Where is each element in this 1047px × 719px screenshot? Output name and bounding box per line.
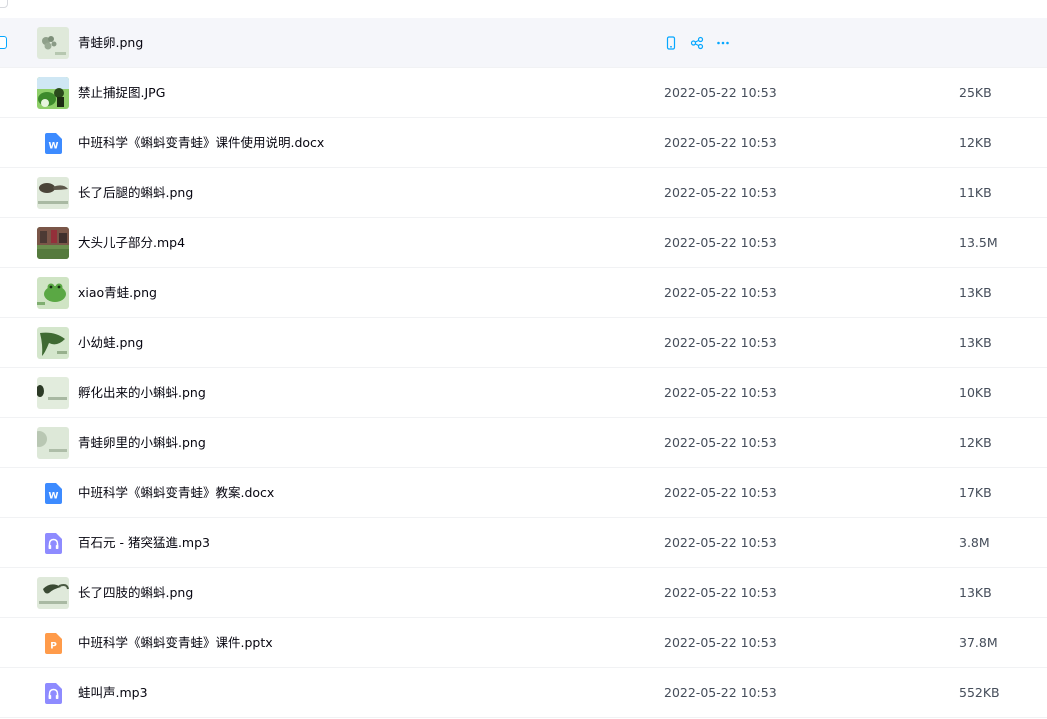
file-row[interactable]: 长了后腿的蝌蚪.png 2022-05-22 10:53 11KB	[0, 168, 1047, 218]
file-size: 13KB	[959, 285, 992, 300]
file-size: 10KB	[959, 385, 992, 400]
file-row[interactable]: 蛙叫声.mp3 2022-05-22 10:53 552KB	[0, 668, 1047, 718]
file-size: 17KB	[959, 485, 992, 500]
file-row[interactable]: 青蛙卵里的小蝌蚪.png 2022-05-22 10:53 12KB	[0, 418, 1047, 468]
file-name[interactable]: 中班科学《蝌蚪变青蛙》教案.docx	[78, 468, 274, 518]
ppt-file-icon: P	[44, 633, 62, 654]
four-legs-tadpole-image	[37, 577, 69, 609]
file-name[interactable]: 孵化出来的小蝌蚪.png	[78, 368, 206, 418]
file-name[interactable]: 蛙叫声.mp3	[78, 668, 148, 718]
hatched-tadpole-image	[37, 377, 69, 409]
svg-text:W: W	[49, 492, 59, 502]
file-thumbnail[interactable]	[37, 227, 69, 259]
file-date: 2022-05-22 10:53	[664, 585, 777, 600]
file-row[interactable]: W 中班科学《蝌蚪变青蛙》教案.docx 2022-05-22 10:53 17KB	[0, 468, 1047, 518]
file-date: 2022-05-22 10:53	[664, 235, 777, 250]
file-thumbnail[interactable]	[37, 327, 69, 359]
file-thumbnail[interactable]	[37, 577, 69, 609]
file-name[interactable]: 百石元 - 猪突猛進.mp3	[78, 518, 210, 568]
file-row[interactable]: 百石元 - 猪突猛進.mp3 2022-05-22 10:53 3.8M	[0, 518, 1047, 568]
file-row[interactable]: 青蛙卵.png	[0, 18, 1047, 68]
list-top-edge	[0, 0, 1047, 18]
file-row[interactable]: W 中班科学《蝌蚪变青蛙》课件使用说明.docx 2022-05-22 10:53 1…	[0, 118, 1047, 168]
file-row[interactable]: 大头儿子部分.mp4 2022-05-22 10:53 13.5M	[0, 218, 1047, 268]
header-checkbox-edge[interactable]	[0, 0, 8, 8]
file-row[interactable]: 孵化出来的小蝌蚪.png 2022-05-22 10:53 10KB	[0, 368, 1047, 418]
frog-image	[37, 277, 69, 309]
file-name[interactable]: 青蛙卵里的小蝌蚪.png	[78, 418, 206, 468]
audio-file-icon	[44, 533, 62, 554]
file-size: 11KB	[959, 185, 992, 200]
file-date: 2022-05-22 10:53	[664, 435, 777, 450]
file-name[interactable]: 小幼蛙.png	[78, 318, 143, 368]
file-name[interactable]: 大头儿子部分.mp4	[78, 218, 185, 268]
file-thumbnail[interactable]	[37, 377, 69, 409]
file-size: 12KB	[959, 435, 992, 450]
file-thumbnail[interactable]	[37, 277, 69, 309]
tadpole-legs-image	[37, 177, 69, 209]
file-size: 552KB	[959, 685, 1000, 700]
file-name[interactable]: xiao青蛙.png	[78, 268, 157, 318]
file-date: 2022-05-22 10:53	[664, 285, 777, 300]
file-row[interactable]: P 中班科学《蝌蚪变青蛙》课件.pptx 2022-05-22 10:53 37.8M	[0, 618, 1047, 668]
tadpole-in-egg-image	[37, 427, 69, 459]
file-list: 青蛙卵.png 禁止捕捉图.JPG 2022-05-22 10:53 25KB W 中班科…	[0, 18, 1047, 718]
audio-file-icon	[44, 683, 62, 704]
row-checkbox[interactable]	[0, 36, 7, 49]
file-size: 25KB	[959, 85, 992, 100]
file-name[interactable]: 青蛙卵.png	[78, 18, 143, 68]
file-size: 37.8M	[959, 635, 998, 650]
file-date: 2022-05-22 10:53	[664, 135, 777, 150]
file-date: 2022-05-22 10:53	[664, 685, 777, 700]
share-icon[interactable]	[690, 36, 704, 50]
file-thumbnail[interactable]	[37, 177, 69, 209]
file-date: 2022-05-22 10:53	[664, 485, 777, 500]
word-doc-icon: W	[44, 483, 62, 504]
file-row[interactable]: 小幼蛙.png 2022-05-22 10:53 13KB	[0, 318, 1047, 368]
file-date: 2022-05-22 10:53	[664, 185, 777, 200]
file-date: 2022-05-22 10:53	[664, 85, 777, 100]
file-size: 13KB	[959, 335, 992, 350]
phone-icon[interactable]	[664, 36, 678, 50]
file-date: 2022-05-22 10:53	[664, 335, 777, 350]
young-frog-image	[37, 327, 69, 359]
file-name[interactable]: 中班科学《蝌蚪变青蛙》课件.pptx	[78, 618, 273, 668]
file-thumbnail[interactable]	[37, 77, 69, 109]
file-thumbnail[interactable]	[37, 427, 69, 459]
no-catch-image	[37, 77, 69, 109]
more-icon[interactable]	[716, 36, 730, 50]
file-name[interactable]: 长了后腿的蝌蚪.png	[78, 168, 193, 218]
file-thumbnail[interactable]	[37, 27, 69, 59]
word-doc-icon: W	[44, 133, 62, 154]
file-name[interactable]: 禁止捕捉图.JPG	[78, 68, 165, 118]
file-date: 2022-05-22 10:53	[664, 635, 777, 650]
file-row[interactable]: xiao青蛙.png 2022-05-22 10:53 13KB	[0, 268, 1047, 318]
frog-egg-image	[37, 27, 69, 59]
svg-text:P: P	[50, 642, 57, 652]
file-date: 2022-05-22 10:53	[664, 385, 777, 400]
video-still-image	[37, 227, 69, 259]
file-date: 2022-05-22 10:53	[664, 535, 777, 550]
svg-text:W: W	[49, 142, 59, 152]
row-actions	[664, 35, 730, 51]
file-name[interactable]: 中班科学《蝌蚪变青蛙》课件使用说明.docx	[78, 118, 324, 168]
file-row[interactable]: 长了四肢的蝌蚪.png 2022-05-22 10:53 13KB	[0, 568, 1047, 618]
file-size: 12KB	[959, 135, 992, 150]
file-size: 3.8M	[959, 535, 990, 550]
file-name[interactable]: 长了四肢的蝌蚪.png	[78, 568, 193, 618]
file-row[interactable]: 禁止捕捉图.JPG 2022-05-22 10:53 25KB	[0, 68, 1047, 118]
file-size: 13KB	[959, 585, 992, 600]
file-size: 13.5M	[959, 235, 998, 250]
